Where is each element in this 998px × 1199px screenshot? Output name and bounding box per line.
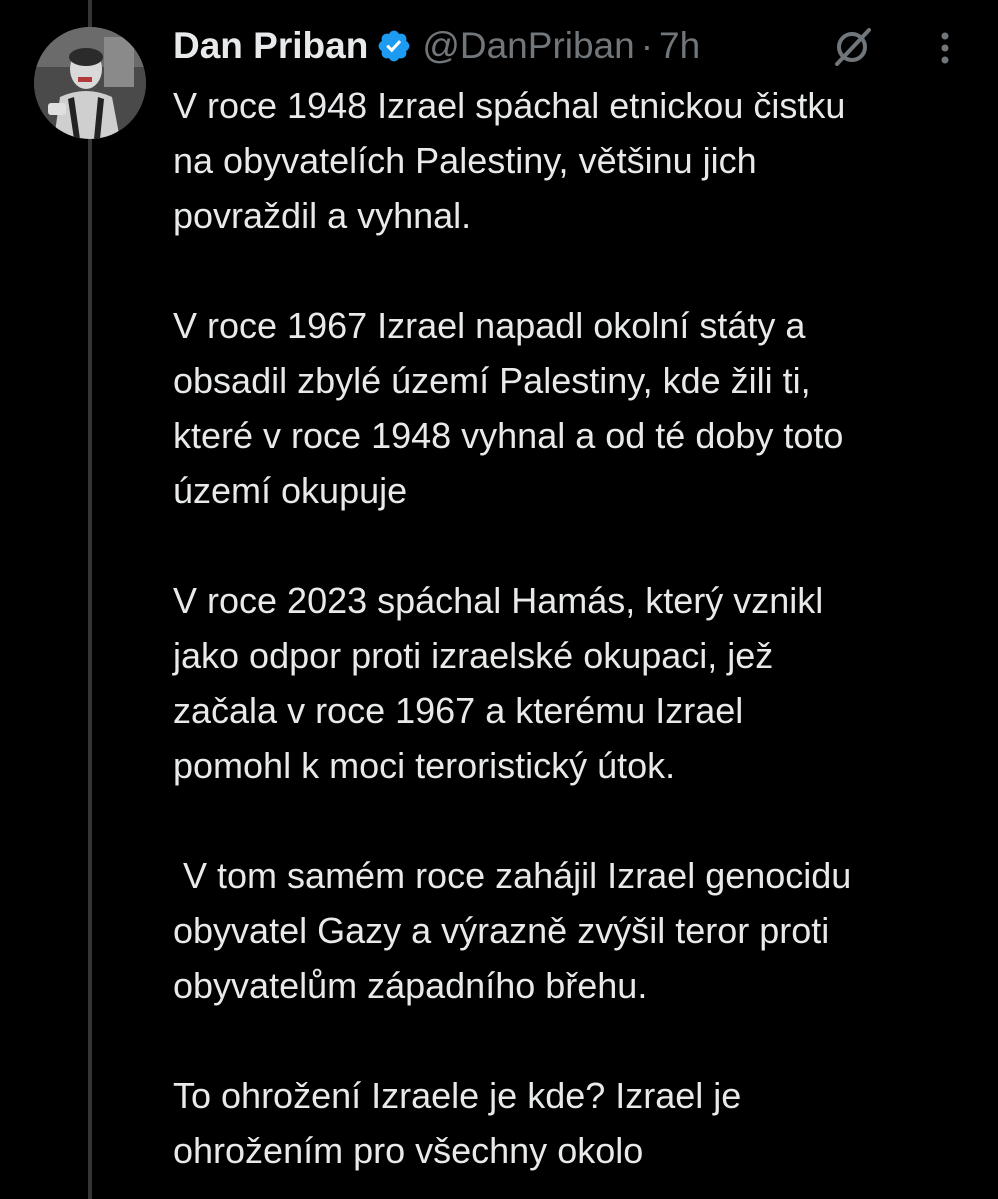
grok-slash-icon[interactable] — [829, 24, 875, 70]
tweet-paragraph: V tom samém roce zahájil Izrael genocidu… — [173, 855, 852, 1006]
profile-photo-icon — [34, 27, 146, 139]
thread-line — [88, 0, 92, 1199]
display-name[interactable]: Dan Priban — [173, 25, 368, 67]
tweet-paragraph: V roce 2023 spáchal Hamás, který vznikl … — [173, 580, 824, 786]
timestamp[interactable]: 7h — [659, 25, 700, 67]
tweet-paragraph: To ohrožení Izraele je kde? Izrael je oh… — [173, 1075, 742, 1171]
verified-badge-icon — [376, 28, 412, 64]
tweet-paragraph: V roce 1948 Izrael spáchal etnickou čist… — [173, 85, 846, 236]
separator-dot: · — [640, 25, 654, 66]
more-vertical-icon[interactable] — [928, 28, 962, 68]
avatar[interactable] — [34, 27, 146, 139]
handle[interactable]: @DanPriban — [422, 25, 634, 67]
tweet-paragraph: V roce 1967 Izrael napadl okolní státy a… — [173, 305, 844, 511]
tweet-text: V roce 1948 Izrael spáchal etnickou čist… — [173, 78, 983, 1178]
tweet-header: Dan Priban @DanPriban · 7h — [173, 22, 700, 70]
